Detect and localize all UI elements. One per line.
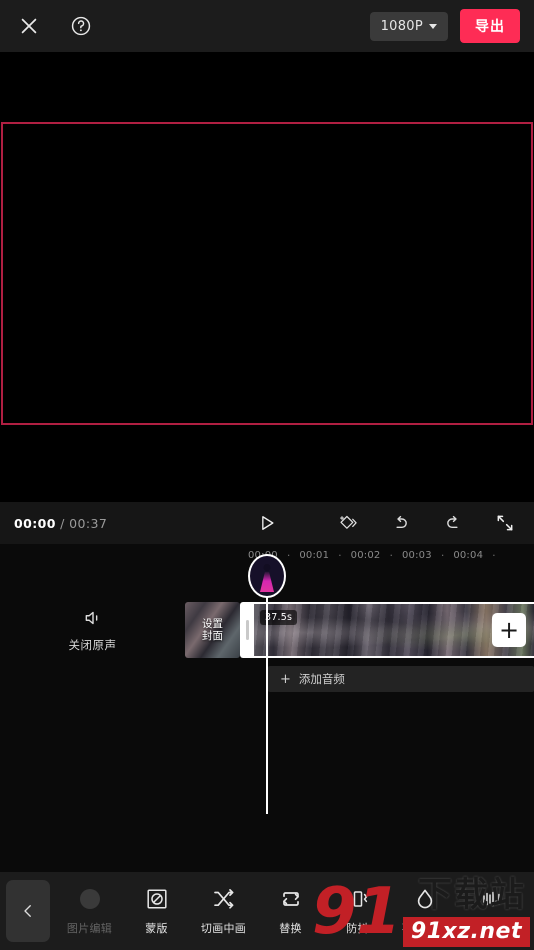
mute-original-audio-label: 关闭原声 [68, 637, 117, 652]
ruler-dot: · [389, 548, 393, 562]
replace-icon [279, 886, 303, 912]
current-time: 00:00 [14, 515, 56, 531]
keyframe-diamond-icon[interactable] [334, 508, 364, 538]
resolution-dropdown[interactable]: 1080P [369, 11, 448, 41]
video-clip[interactable]: 37.5s + [254, 602, 534, 658]
ruler-tick: 00:04 [453, 549, 484, 561]
clip-trim-handle-left[interactable] [240, 602, 254, 658]
top-bar-right: 1080P 导出 [369, 9, 520, 43]
fullscreen-icon[interactable] [490, 508, 520, 538]
chevron-down-icon [429, 23, 437, 29]
export-button[interactable]: 导出 [460, 9, 520, 43]
player-control-bar: 00:00 / 00:37 [0, 502, 534, 544]
tool-opacity-label: 不透明度 [401, 922, 448, 935]
set-cover-label: 设置 封面 [185, 602, 240, 658]
close-icon[interactable] [14, 11, 44, 41]
ruler-dot: · [492, 548, 496, 562]
photo-edit-icon [77, 886, 103, 912]
back-button[interactable] [6, 880, 50, 942]
undo-icon[interactable] [386, 508, 416, 538]
trim-handle-grip [245, 620, 249, 640]
tool-opacity[interactable]: 不透明度 [391, 886, 458, 936]
play-icon[interactable] [252, 508, 282, 538]
opacity-droplet-icon [413, 886, 437, 912]
help-circle-icon[interactable] [66, 11, 96, 41]
tool-replace-label: 替换 [279, 922, 302, 935]
video-canvas-selection[interactable] [1, 122, 533, 425]
thumbnail-figure-body [260, 572, 274, 592]
resolution-label: 1080P [380, 18, 423, 34]
tool-mask[interactable]: 蒙版 [123, 886, 190, 936]
top-bar: 1080P 导出 [0, 0, 534, 52]
set-cover-thumbnail[interactable]: 设置 封面 [185, 602, 240, 658]
ruler-tick: 00:02 [350, 549, 381, 561]
picture-in-picture-icon [211, 886, 237, 912]
audio-denoise-icon [479, 886, 505, 912]
playhead-thumbnail[interactable] [248, 554, 286, 598]
tool-replace[interactable]: 替换 [257, 886, 324, 936]
tool-picture-in-picture-label: 切画中画 [200, 922, 247, 935]
timeline-area[interactable]: 00:00 · 00:01 · 00:02 · 00:03 · 00:04 · [0, 544, 534, 872]
video-editor-screen: 1080P 导出 00:00 / 00:37 · 00:01 · 00:02 ·… [0, 0, 534, 950]
add-audio-label: 添加音频 [298, 672, 345, 686]
tool-photo-edit[interactable]: 图片编辑 [56, 886, 123, 936]
redo-icon[interactable] [438, 508, 468, 538]
ruler-tick: 00:01 [299, 549, 330, 561]
ruler-dot: · [440, 548, 445, 562]
set-cover-line2: 封面 [202, 630, 223, 642]
add-audio-track[interactable]: + 添加音频 [268, 666, 534, 692]
timecode-display: 00:00 / 00:37 [14, 516, 107, 531]
add-clip-button[interactable]: + [492, 613, 526, 647]
playhead[interactable] [248, 554, 286, 814]
mask-icon [145, 886, 169, 912]
bottom-toolbar: 图片编辑 蒙版 切画中画 替换 防抖 不透明度 音频降噪 91 下载站 91xz… [0, 872, 534, 950]
stabilize-icon [345, 886, 371, 912]
ruler-dot: · [286, 548, 291, 562]
mute-original-audio-button[interactable]: 关闭原声 [0, 608, 185, 653]
plus-icon: + [280, 671, 291, 687]
time-separator: / [55, 515, 70, 531]
top-bar-left [14, 11, 96, 41]
total-time: 00:37 [69, 515, 108, 531]
video-clip-wrap[interactable]: 37.5s + [240, 602, 534, 658]
tool-audio-denoise-label: 音频降噪 [468, 922, 515, 935]
tool-mask-label: 蒙版 [145, 922, 168, 935]
tool-photo-edit-label: 图片编辑 [66, 922, 113, 935]
tool-stabilize[interactable]: 防抖 [324, 886, 391, 936]
tool-stabilize-label: 防抖 [346, 922, 369, 935]
player-right-tools [334, 508, 520, 538]
thumbnail-figure-head [263, 564, 271, 571]
video-preview-area[interactable] [0, 52, 534, 502]
set-cover-line1: 设置 [202, 617, 223, 630]
tool-audio-denoise[interactable]: 音频降噪 [458, 886, 525, 936]
speaker-icon [82, 608, 104, 632]
tool-list: 图片编辑 蒙版 切画中画 替换 防抖 不透明度 音频降噪 [56, 886, 534, 936]
ruler-tick: 00:03 [401, 549, 432, 561]
tool-picture-in-picture[interactable]: 切画中画 [190, 886, 257, 936]
ruler-dot: · [338, 548, 342, 562]
